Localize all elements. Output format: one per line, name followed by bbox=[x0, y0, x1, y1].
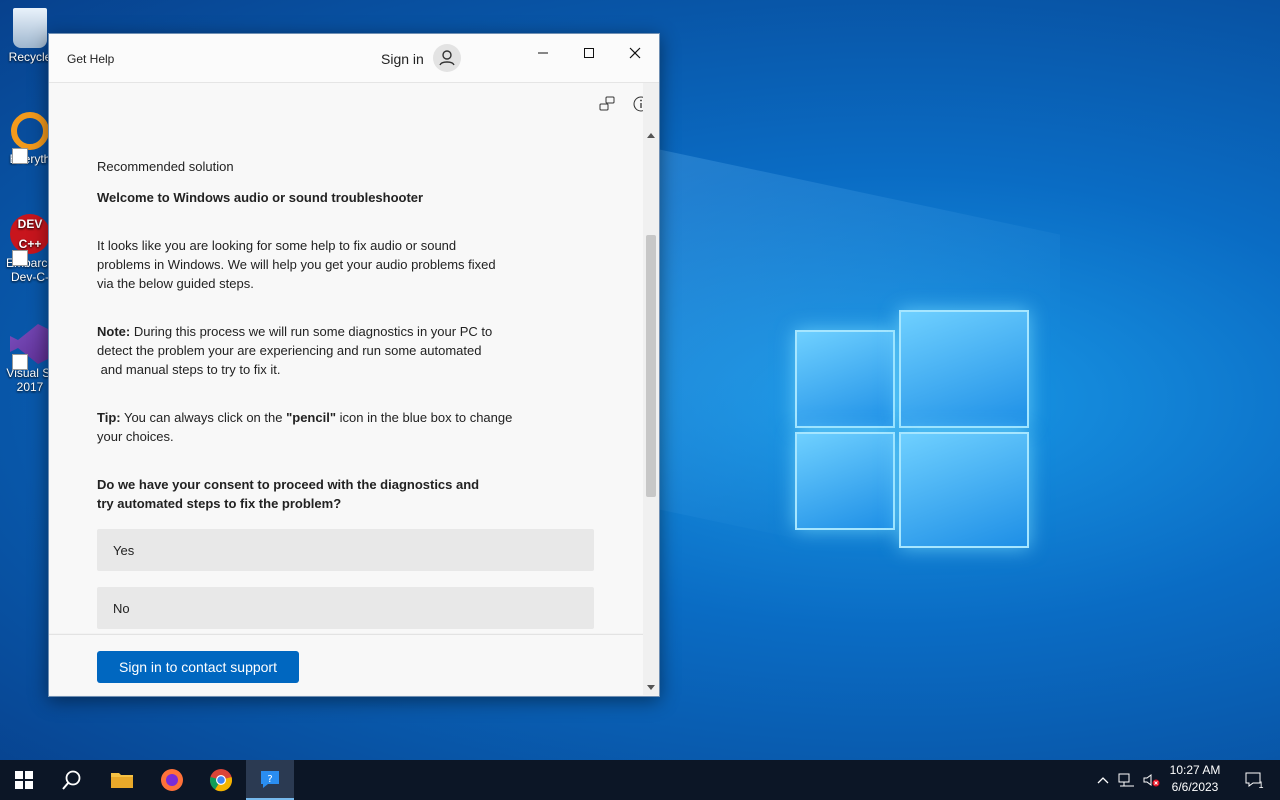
clock-date: 6/6/2023 bbox=[1171, 780, 1219, 794]
vertical-scrollbar[interactable] bbox=[643, 83, 659, 695]
tip-label: Tip: bbox=[97, 410, 121, 425]
intro-paragraph: It looks like you are looking for some h… bbox=[97, 236, 496, 293]
network-button[interactable] bbox=[1116, 760, 1138, 800]
recommended-solution-label: Recommended solution bbox=[97, 159, 234, 174]
choice-yes-button[interactable]: Yes bbox=[97, 529, 594, 571]
note-text: detect the problem your are experiencing… bbox=[97, 343, 482, 358]
note-paragraph: Note: During this process we will run so… bbox=[97, 322, 492, 379]
search-button[interactable] bbox=[48, 760, 96, 800]
tip-text: your choices. bbox=[97, 429, 174, 444]
shortcut-arrow-icon bbox=[12, 354, 28, 370]
title-bar[interactable]: Get Help Sign in bbox=[49, 34, 659, 83]
network-icon bbox=[1118, 773, 1134, 787]
maximize-button[interactable] bbox=[566, 38, 612, 68]
volume-muted-icon bbox=[1143, 774, 1160, 787]
search-icon bbox=[62, 770, 81, 790]
close-icon bbox=[629, 47, 641, 59]
tip-pencil-word: "pencil" bbox=[286, 410, 336, 425]
firefox-icon bbox=[161, 769, 183, 791]
taskbar: ? 10:27 AM 6/6/2023 1 bbox=[0, 760, 1280, 800]
intro-line: via the below guided steps. bbox=[97, 276, 254, 291]
clock[interactable]: 10:27 AM 6/6/2023 bbox=[1160, 762, 1230, 796]
sign-in-link[interactable]: Sign in bbox=[381, 51, 424, 67]
chrome-icon bbox=[209, 769, 233, 792]
question-line: try automated steps to fix the problem? bbox=[97, 496, 342, 511]
shortcut-arrow-icon bbox=[12, 148, 28, 164]
get-help-icon: ? bbox=[261, 771, 279, 788]
minimize-button[interactable] bbox=[520, 38, 566, 68]
conversation-pane: Recommended solution Welcome to Windows … bbox=[49, 83, 649, 633]
intro-line: It looks like you are looking for some h… bbox=[97, 238, 457, 253]
sign-in-contact-support-button[interactable]: Sign in to contact support bbox=[97, 651, 299, 683]
feedback-icon bbox=[599, 96, 615, 111]
tip-paragraph: Tip: You can always click on the "pencil… bbox=[97, 408, 512, 446]
intro-line: problems in Windows. We will help you ge… bbox=[97, 257, 496, 272]
troubleshooter-heading: Welcome to Windows audio or sound troubl… bbox=[97, 190, 424, 205]
volume-button[interactable] bbox=[1140, 760, 1162, 800]
tip-text: You can always click on the bbox=[120, 410, 287, 425]
maximize-icon bbox=[584, 48, 594, 58]
account-avatar-icon[interactable] bbox=[433, 44, 461, 72]
tip-text: icon in the blue box to change bbox=[336, 410, 513, 425]
scrollbar-thumb[interactable] bbox=[646, 235, 656, 497]
scroll-down-arrow-icon[interactable] bbox=[647, 685, 655, 691]
windows-wallpaper-logo bbox=[795, 308, 1029, 548]
feedback-button[interactable] bbox=[598, 95, 616, 118]
chevron-up-icon bbox=[1097, 777, 1109, 784]
taskbar-firefox[interactable] bbox=[148, 760, 196, 800]
note-text: During this process we will run some dia… bbox=[130, 324, 493, 339]
question-line: Do we have your consent to proceed with … bbox=[97, 477, 480, 492]
taskbar-get-help[interactable]: ? bbox=[246, 760, 294, 800]
clock-time: 10:27 AM bbox=[1169, 763, 1221, 777]
get-help-window: Get Help Sign in Recommended solution We… bbox=[48, 33, 660, 697]
notification-count-badge: 1 bbox=[1258, 780, 1264, 790]
recycle-bin-icon bbox=[13, 8, 47, 48]
window-title: Get Help bbox=[67, 52, 115, 66]
show-hidden-icons-button[interactable] bbox=[1094, 760, 1112, 800]
taskbar-chrome[interactable] bbox=[197, 760, 245, 800]
action-center-button[interactable]: 1 bbox=[1234, 760, 1274, 800]
choice-no-button[interactable]: No bbox=[97, 587, 594, 629]
consent-question: Do we have your consent to proceed with … bbox=[97, 475, 479, 513]
folder-icon bbox=[111, 773, 133, 788]
shortcut-arrow-icon bbox=[12, 250, 28, 266]
scroll-up-arrow-icon[interactable] bbox=[647, 132, 655, 138]
devcpp-icon: DEV C++ bbox=[10, 214, 50, 254]
close-button[interactable] bbox=[612, 38, 658, 68]
footer: Sign in to contact support bbox=[49, 634, 643, 695]
windows-start-icon bbox=[15, 771, 33, 789]
svg-text:?: ? bbox=[267, 774, 272, 785]
search-magnifier-icon bbox=[11, 112, 49, 150]
note-label: Note: bbox=[97, 324, 131, 339]
note-text: and manual steps to try to fix it. bbox=[97, 362, 281, 377]
taskbar-file-explorer[interactable] bbox=[98, 760, 146, 800]
minimize-icon bbox=[538, 52, 548, 54]
start-button[interactable] bbox=[0, 760, 48, 800]
